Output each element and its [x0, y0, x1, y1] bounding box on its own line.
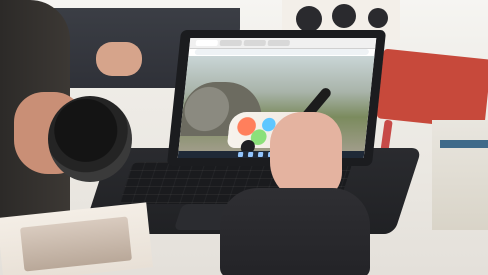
taskbar-icon [257, 152, 264, 157]
browser-tab [219, 40, 243, 46]
person-right-sleeve [220, 188, 370, 275]
browser-address-bar [194, 49, 370, 55]
book-spine-stripe [440, 140, 488, 148]
person-background-hand [96, 42, 142, 76]
browser-tab [195, 40, 219, 46]
taskbar-icon [237, 152, 244, 157]
browser-tab-strip [189, 38, 377, 49]
coffee-cup [48, 96, 132, 182]
photo-scene [0, 0, 488, 275]
browser-tab [267, 40, 291, 46]
browser-tab [243, 40, 267, 46]
taskbar-icon [247, 152, 254, 157]
book-stack-top-right [376, 48, 488, 130]
book-stack-right [432, 120, 488, 230]
